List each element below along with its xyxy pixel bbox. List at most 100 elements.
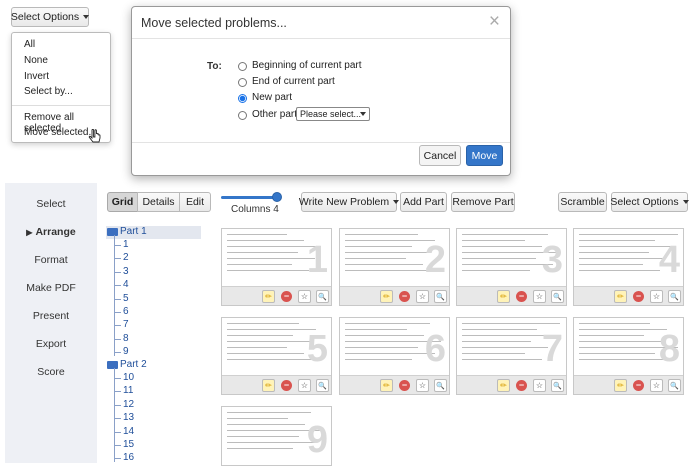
zoom-icon[interactable]: 🔍 [551, 290, 564, 303]
tab-grid[interactable]: Grid [107, 192, 138, 212]
star-icon[interactable]: ☆ [533, 290, 546, 303]
problem-card[interactable]: 8 ✏ − ☆ 🔍 [573, 317, 684, 395]
select-arrow-icon [360, 112, 366, 116]
select-options-button[interactable]: Select Options [610, 192, 689, 212]
zoom-icon[interactable]: 🔍 [316, 290, 329, 303]
star-icon[interactable]: ☆ [533, 379, 546, 392]
tab-edit[interactable]: Edit [179, 192, 211, 212]
tree-item[interactable]: 10 [123, 372, 134, 383]
edit-pencil-icon[interactable]: ✏ [614, 290, 627, 303]
zoom-icon[interactable]: 🔍 [668, 290, 681, 303]
zoom-icon[interactable]: 🔍 [434, 379, 447, 392]
menu-item-all[interactable]: All [24, 39, 35, 50]
edit-pencil-icon[interactable]: ✏ [614, 379, 627, 392]
radio-end-of-current-part[interactable] [238, 78, 247, 87]
problem-card[interactable]: 7 ✏ − ☆ 🔍 [456, 317, 567, 395]
tree-item[interactable]: 14 [123, 426, 134, 437]
tree-part2[interactable]: Part 2 [120, 359, 147, 370]
close-icon[interactable]: × [489, 11, 500, 33]
zoom-icon[interactable]: 🔍 [316, 379, 329, 392]
remove-icon[interactable]: − [280, 290, 293, 303]
sidebar-item-arrange[interactable]: ▶ Arrange [5, 226, 97, 238]
tree-item[interactable]: 9 [123, 346, 129, 357]
tree-item[interactable]: 8 [123, 333, 129, 344]
sidebar-item-score[interactable]: Score [5, 366, 97, 378]
columns-slider-track[interactable] [221, 196, 279, 199]
scramble-button[interactable]: Scramble [558, 192, 607, 212]
problem-card[interactable]: 1 ✏ − ☆ 🔍 [221, 228, 332, 306]
tree-item[interactable]: 7 [123, 319, 129, 330]
zoom-icon[interactable]: 🔍 [551, 379, 564, 392]
columns-slider-handle[interactable] [272, 192, 282, 202]
other-part-select[interactable]: Please select... [296, 107, 370, 121]
star-icon[interactable]: ☆ [650, 379, 663, 392]
thumbnail-text-line [345, 347, 418, 348]
radio-other-part[interactable] [238, 111, 247, 120]
tree-item[interactable]: 15 [123, 439, 134, 450]
star-icon[interactable]: ☆ [298, 379, 311, 392]
tree-item[interactable]: 4 [123, 279, 129, 290]
tree-item[interactable]: 12 [123, 399, 134, 410]
sidebar-item-make-pdf[interactable]: Make PDF [5, 282, 97, 294]
sidebar-item-export[interactable]: Export [5, 338, 97, 350]
remove-icon[interactable]: − [280, 379, 293, 392]
problem-card[interactable]: 6 ✏ − ☆ 🔍 [339, 317, 450, 395]
tree-item[interactable]: 11 [123, 385, 133, 396]
remove-circle: − [633, 380, 644, 391]
menu-item-none[interactable]: None [24, 55, 48, 66]
edit-pencil-icon[interactable]: ✏ [497, 290, 510, 303]
thumbnail-text-line [579, 270, 660, 271]
remove-icon[interactable]: − [398, 379, 411, 392]
tree-item[interactable]: 6 [123, 306, 129, 317]
thumbnail-text-line [227, 341, 310, 342]
sidebar-item-format[interactable]: Format [5, 254, 97, 266]
thumbnail-text-line [579, 264, 643, 265]
thumbnail-text-line [227, 234, 287, 235]
edit-pencil-icon[interactable]: ✏ [262, 290, 275, 303]
star-icon[interactable]: ☆ [650, 290, 663, 303]
move-problems-dialog: Move selected problems... × To: Beginnin… [131, 6, 511, 176]
zoom-icon[interactable]: 🔍 [434, 290, 447, 303]
remove-icon[interactable]: − [632, 379, 645, 392]
menu-item-select-by[interactable]: Select by... [24, 86, 73, 97]
top-select-options-button[interactable]: Select Options [11, 7, 90, 27]
remove-icon[interactable]: − [515, 379, 528, 392]
add-part-button[interactable]: Add Part [400, 192, 447, 212]
zoom-icon[interactable]: 🔍 [668, 379, 681, 392]
cancel-button[interactable]: Cancel [419, 145, 461, 166]
problem-card[interactable]: 3 ✏ − ☆ 🔍 [456, 228, 567, 306]
menu-item-invert[interactable]: Invert [24, 71, 49, 82]
remove-icon[interactable]: − [632, 290, 645, 303]
tree-item[interactable]: 5 [123, 293, 129, 304]
remove-icon[interactable]: − [515, 290, 528, 303]
problem-card[interactable]: 5 ✏ − ☆ 🔍 [221, 317, 332, 395]
edit-pencil-icon[interactable]: ✏ [380, 379, 393, 392]
problem-card[interactable]: 4 ✏ − ☆ 🔍 [573, 228, 684, 306]
tree-item[interactable]: 2 [123, 252, 129, 263]
radio-beginning-of-current-part[interactable] [238, 62, 247, 71]
write-new-problem-button[interactable]: Write New Problem [299, 192, 400, 212]
edit-pencil-icon[interactable]: ✏ [380, 290, 393, 303]
tree-item[interactable]: 16 [123, 452, 134, 463]
tree-item[interactable]: 3 [123, 266, 129, 277]
tree-connector-line [114, 325, 121, 327]
star-icon[interactable]: ☆ [298, 290, 311, 303]
remove-circle: − [281, 291, 292, 302]
problem-card[interactable]: 2 ✏ − ☆ 🔍 [339, 228, 450, 306]
tree-part1[interactable]: Part 1 [120, 226, 147, 237]
edit-pencil-icon[interactable]: ✏ [497, 379, 510, 392]
move-button[interactable]: Move [466, 145, 503, 166]
star-icon[interactable]: ☆ [416, 379, 429, 392]
tab-details[interactable]: Details [137, 192, 180, 212]
menu-item-move-selected[interactable]: Move selected... [24, 127, 97, 138]
tree-item[interactable]: 13 [123, 412, 134, 423]
star-icon[interactable]: ☆ [416, 290, 429, 303]
problem-card[interactable]: 9 [221, 406, 332, 466]
tree-item[interactable]: 1 [123, 239, 129, 250]
sidebar-item-present[interactable]: Present [5, 310, 97, 322]
remove-icon[interactable]: − [398, 290, 411, 303]
remove-part-button[interactable]: Remove Part [451, 192, 515, 212]
radio-new-part[interactable] [238, 94, 247, 103]
sidebar-item-select[interactable]: Select [5, 198, 97, 210]
edit-pencil-icon[interactable]: ✏ [262, 379, 275, 392]
